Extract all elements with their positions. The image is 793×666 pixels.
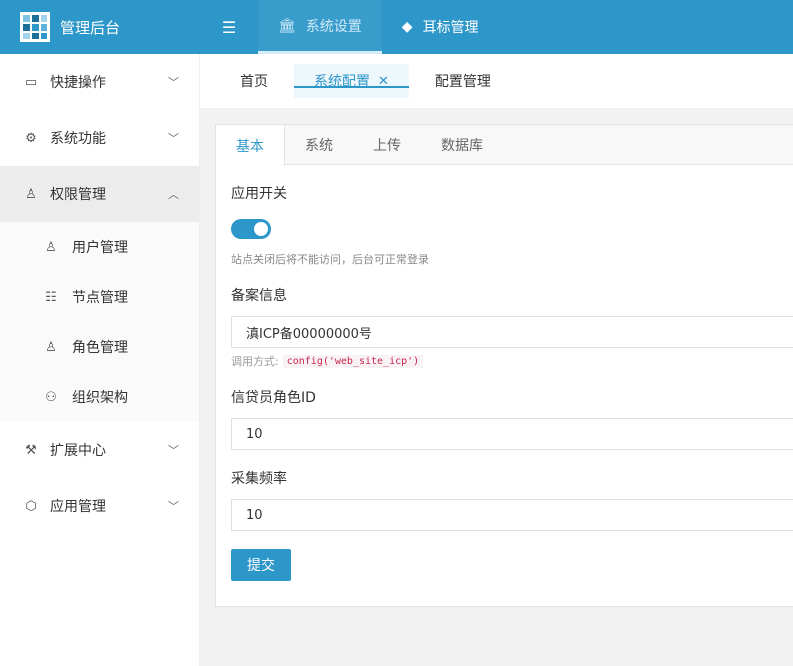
logo-icon (20, 12, 50, 42)
list-icon: ☷ (45, 289, 57, 305)
tag-icon: ◆ (401, 19, 413, 35)
role-icon: ♙ (45, 339, 57, 355)
sidebar-item-label: 应用管理 (50, 499, 106, 515)
config-subtabs: 基本 系统 上传 数据库 (216, 125, 793, 166)
chevron-up-icon: ︿ (168, 188, 179, 201)
sidebar-subitem-users[interactable]: ♙ 用户管理 (0, 222, 199, 272)
icp-input[interactable]: 滇ICP备00000000号 (231, 316, 793, 348)
config-card: 基本 系统 上传 数据库 应用开关 站点关闭后将不能访问，后台可正常登录 备案信… (215, 124, 793, 607)
tab-home[interactable]: 首页 (220, 54, 288, 109)
topnav-system-settings[interactable]: 🏛 系统设置 (258, 0, 382, 54)
sidebar: ▭ 快捷操作 ﹀ ⚙ 系统功能 ﹀ ♙ 权限管理 ︿ ♙ 用户管理 ☷ 节点管理… (0, 54, 200, 666)
tab-label: 配置管理 (434, 74, 491, 90)
config-form: 应用开关 站点关闭后将不能访问，后台可正常登录 备案信息 滇ICP备000000… (216, 183, 793, 581)
main-content: 首页 系统配置 ✕ 配置管理 基本 系统 上传 数据库 应用开关 站点关闭后将不… (200, 54, 793, 666)
call-label: 调用方式: (231, 355, 279, 368)
sidebar-subitem-label: 节点管理 (72, 290, 128, 306)
topnav-label: 系统设置 (305, 18, 362, 35)
bank-icon: 🏛 (278, 17, 296, 34)
chevron-down-icon: ﹀ (168, 132, 179, 145)
sidebar-subitem-label: 组织架构 (72, 390, 128, 406)
sidebar-item-permissions[interactable]: ♙ 权限管理 ︿ (0, 166, 199, 222)
topnav-label: 耳标管理 (422, 20, 479, 36)
robot-arm-icon: ⚒ (25, 442, 37, 458)
subtab-system[interactable]: 系统 (285, 125, 353, 165)
app-title: 管理后台 (60, 18, 121, 37)
role-id-label: 信贷员角色ID (231, 390, 316, 406)
chevron-down-icon: ﹀ (168, 444, 179, 457)
call-method-hint: 调用方式: config('web_site_icp') (231, 353, 789, 369)
app-switch-toggle[interactable] (231, 219, 271, 239)
gear-icon: ⚙ (25, 130, 37, 146)
page-tabs: 首页 系统配置 ✕ 配置管理 (200, 54, 793, 109)
sidebar-item-shortcuts[interactable]: ▭ 快捷操作 ﹀ (0, 54, 199, 110)
switch-label: 应用开关 (231, 186, 287, 202)
org-icon: ⚇ (45, 389, 57, 405)
tab-label: 首页 (240, 74, 268, 90)
top-bar: 管理后台 ☰ 🏛 系统设置 ◆ 耳标管理 (0, 0, 793, 54)
role-id-input[interactable]: 10 (231, 418, 793, 450)
chevron-down-icon: ﹀ (168, 76, 179, 89)
sidebar-item-label: 快捷操作 (50, 75, 106, 91)
sidebar-item-label: 扩展中心 (50, 443, 106, 459)
sidebar-item-extensions[interactable]: ⚒ 扩展中心 ﹀ (0, 422, 199, 478)
person-icon: ♙ (45, 239, 57, 255)
topnav-eartag-management[interactable]: ◆ 耳标管理 (382, 0, 499, 54)
call-code: config('web_site_icp') (282, 354, 424, 368)
sidebar-item-label: 系统功能 (50, 131, 106, 147)
frequency-label: 采集频率 (231, 471, 287, 487)
submit-button[interactable]: 提交 (231, 549, 291, 581)
cube-icon: ⬡ (25, 498, 37, 514)
sidebar-item-label: 权限管理 (50, 187, 106, 203)
subtab-database[interactable]: 数据库 (421, 125, 503, 165)
tab-config-management[interactable]: 配置管理 (415, 54, 511, 109)
frequency-input[interactable]: 10 (231, 499, 793, 531)
sidebar-item-applications[interactable]: ⬡ 应用管理 ﹀ (0, 478, 199, 534)
menu-fold-icon[interactable]: ☰ (200, 0, 258, 54)
sidebar-subitem-roles[interactable]: ♙ 角色管理 (0, 322, 199, 372)
chevron-down-icon: ﹀ (168, 500, 179, 513)
switch-hint: 站点关闭后将不能访问，后台可正常登录 (231, 253, 429, 266)
subtab-basic[interactable]: 基本 (216, 125, 285, 166)
tab-label: 系统配置 (314, 74, 370, 90)
sidebar-subitem-label: 角色管理 (72, 340, 128, 356)
sidebar-subitem-nodes[interactable]: ☷ 节点管理 (0, 272, 199, 322)
close-icon[interactable]: ✕ (378, 74, 389, 89)
subtab-upload[interactable]: 上传 (353, 125, 421, 165)
sidebar-subitem-organization[interactable]: ⚇ 组织架构 (0, 372, 199, 422)
sidebar-item-system-functions[interactable]: ⚙ 系统功能 ﹀ (0, 110, 199, 166)
icp-label: 备案信息 (231, 288, 287, 304)
tab-system-config[interactable]: 系统配置 ✕ (294, 64, 409, 98)
folder-icon: ▭ (24, 74, 38, 90)
user-icon: ♙ (25, 186, 37, 202)
sidebar-subitem-label: 用户管理 (72, 240, 128, 256)
brand[interactable]: 管理后台 (0, 0, 200, 54)
